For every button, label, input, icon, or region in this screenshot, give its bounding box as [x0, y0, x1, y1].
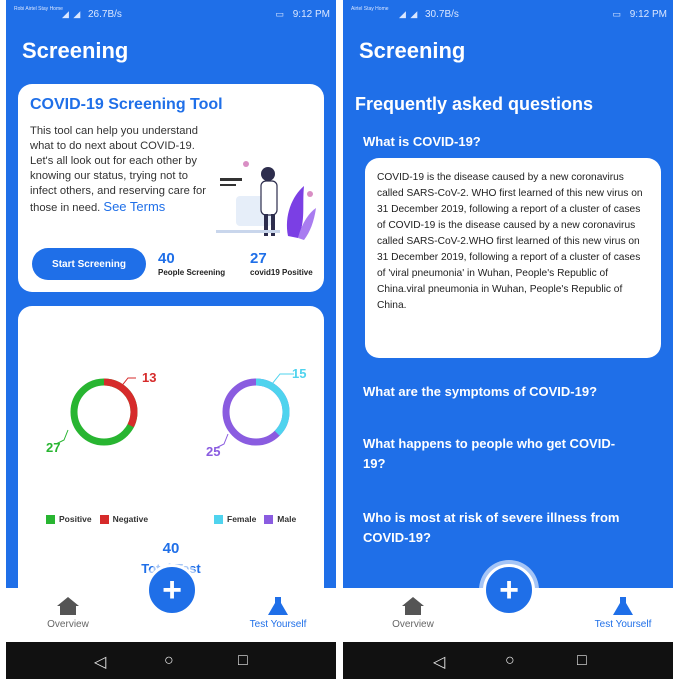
recents-icon[interactable]: □ [577, 652, 587, 670]
doctor-illustration-icon [216, 161, 316, 240]
positive-label: covid19 Positive [250, 268, 313, 277]
screening-tool-card: COVID-19 Screening Tool This tool can he… [18, 84, 324, 292]
status-bar: Robi Airtel Stay Home ◢ ◢ 26.7B/s ▭ 9:12… [6, 4, 336, 24]
back-icon[interactable]: ◁ [433, 652, 445, 672]
legend-label-negative: Negative [112, 514, 149, 524]
donut1-value-b: 27 [46, 440, 61, 455]
back-icon[interactable]: ◁ [94, 652, 106, 672]
home-circle-icon[interactable]: ○ [505, 652, 515, 670]
network-speed: 30.7B/s [425, 9, 459, 20]
left-phone-screen: Robi Airtel Stay Home ◢ ◢ 26.7B/s ▭ 9:12… [6, 0, 336, 679]
nav-overview-label: Overview [47, 619, 89, 630]
people-screening-stat: 40 People Screening [158, 250, 225, 277]
faq-question-2[interactable]: What are the symptoms of COVID-19? [363, 382, 663, 402]
network-speed: 26.7B/s [88, 9, 122, 20]
home-circle-icon[interactable]: ○ [164, 652, 174, 670]
legend-swatch-female [214, 514, 223, 524]
legend-label-male: Male [277, 514, 297, 524]
legend-swatch-negative [99, 514, 109, 524]
tool-card-description: This tool can help you understand what t… [30, 124, 210, 216]
positive-stat: 27 covid19 Positive [250, 250, 313, 277]
page-title: Screening [359, 38, 466, 63]
faq-heading: Frequently asked questions [355, 94, 594, 114]
system-nav-bar: ◁ ○ □ [6, 642, 336, 679]
legend-swatch-male [264, 514, 274, 524]
faq-question-3[interactable]: What happens to people who get COVID-19? [363, 434, 623, 474]
flask-icon [613, 597, 633, 615]
nav-overview[interactable]: Overview [373, 596, 453, 630]
legend-female-male: Female Male [214, 514, 304, 524]
home-icon [57, 597, 79, 615]
see-terms-link[interactable]: See Terms [103, 199, 165, 214]
home-icon [402, 597, 424, 615]
status-bar: Airtel Stay Home ◢ ◢ 30.7B/s ▭ 9:12 PM [343, 4, 673, 24]
start-screening-button[interactable]: Start Screening [32, 248, 146, 280]
positive-count: 27 [250, 250, 267, 267]
chart-card: 13 27 15 25 Positive Negative Female Mal… [18, 306, 324, 606]
donut2-value-a: 15 [292, 366, 307, 381]
faq-question-1[interactable]: What is COVID-19? [363, 132, 663, 152]
system-nav-bar: ◁ ○ □ [343, 642, 673, 679]
recents-icon[interactable]: □ [238, 652, 248, 670]
nav-test-yourself[interactable]: Test Yourself [583, 596, 663, 630]
signal-icon: ◢ ◢ [62, 9, 82, 19]
legend-positive-negative: Positive Negative [46, 514, 156, 524]
nav-overview[interactable]: Overview [28, 596, 108, 630]
status-time: 9:12 PM [629, 9, 667, 20]
legend-label-female: Female [227, 514, 257, 524]
add-fab-button[interactable]: + [146, 564, 198, 616]
flask-icon [268, 597, 288, 615]
donut1-value-a: 13 [142, 370, 157, 385]
tool-card-title: COVID-19 Screening Tool [30, 96, 223, 113]
carrier-label: Airtel Stay Home [351, 6, 389, 12]
right-phone-screen: Airtel Stay Home ◢ ◢ 30.7B/s ▭ 9:12 PM S… [343, 0, 673, 679]
nav-test-yourself[interactable]: Test Yourself [238, 596, 318, 630]
faq-question-4[interactable]: Who is most at risk of severe illness fr… [363, 508, 663, 548]
people-screening-count: 40 [158, 250, 175, 267]
carrier-label: Robi Airtel Stay Home [14, 6, 63, 12]
signal-icon: ◢ ◢ [399, 9, 419, 19]
status-time: 9:12 PM [292, 9, 330, 20]
people-screening-label: People Screening [158, 268, 226, 277]
battery-icon: ▭ [612, 9, 621, 19]
donut2-value-b: 25 [206, 444, 221, 459]
faq-answer-text: COVID-19 is the disease caused by a new … [377, 172, 643, 311]
battery-icon: ▭ [275, 9, 284, 19]
faq-answer-card: COVID-19 is the disease caused by a new … [365, 158, 661, 358]
nav-overview-label: Overview [392, 619, 434, 630]
legend-swatch-positive [46, 514, 55, 524]
add-fab-button[interactable]: + [483, 564, 535, 616]
nav-test-yourself-label: Test Yourself [249, 619, 307, 630]
total-test-count: 40 [162, 540, 180, 557]
legend-label-positive: Positive [59, 514, 92, 524]
page-title: Screening [22, 38, 129, 63]
nav-test-yourself-label: Test Yourself [594, 619, 652, 630]
